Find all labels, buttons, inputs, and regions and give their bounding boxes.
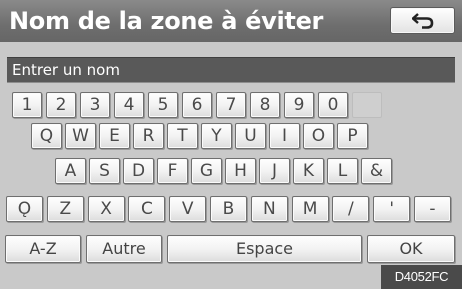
key-i[interactable]: I (269, 123, 300, 149)
key-label: Ǫ (17, 199, 32, 219)
key-label: O (311, 126, 326, 146)
other-characters-label: Autre (102, 239, 146, 258)
key-label: Z (59, 199, 72, 219)
ok-label: OK (399, 239, 423, 258)
key-h[interactable]: H (225, 158, 256, 184)
key-label: 0 (327, 95, 339, 115)
key-label: ' (389, 199, 395, 219)
key-label: 6 (191, 95, 203, 115)
key-ǫ[interactable]: Ǫ (6, 196, 43, 222)
key-x[interactable]: X (87, 196, 125, 222)
key-label: S (99, 161, 110, 181)
key-label: C (140, 199, 153, 219)
key-label: 2 (55, 95, 67, 115)
key-j[interactable]: J (259, 158, 290, 184)
key-label: J (271, 161, 277, 181)
key-t[interactable]: T (167, 123, 198, 149)
header-bar: Nom de la zone à éviter (0, 0, 462, 42)
key-v[interactable]: V (169, 196, 207, 222)
model-code-label: D4052FC (381, 265, 462, 289)
key-2[interactable]: 2 (46, 92, 76, 118)
key-label: Y (211, 126, 222, 146)
key-d[interactable]: D (123, 158, 154, 184)
key-p[interactable]: P (337, 123, 368, 149)
key-label: I (281, 126, 287, 146)
key-w[interactable]: W (65, 123, 96, 149)
key-label: 7 (225, 95, 237, 115)
key-8[interactable]: 8 (250, 92, 280, 118)
az-mode-label: A-Z (29, 239, 57, 258)
key-label: D (131, 161, 146, 181)
key-k[interactable]: K (293, 158, 324, 184)
key-label: N (262, 199, 276, 219)
key-label: - (429, 199, 436, 219)
key-label: T (177, 126, 188, 146)
key-label: F (167, 161, 178, 181)
space-label: Espace (235, 239, 294, 258)
key-e[interactable]: E (99, 123, 130, 149)
key-label: V (181, 199, 194, 219)
key-label: Q (39, 126, 54, 146)
key-u[interactable]: U (235, 123, 266, 149)
key-label: G (199, 161, 214, 181)
key-m[interactable]: M (291, 196, 329, 222)
key-label: R (142, 126, 155, 146)
other-characters-button[interactable]: Autre (86, 235, 162, 263)
space-button[interactable]: Espace (167, 235, 362, 263)
key-b[interactable]: B (210, 196, 247, 222)
key-label: K (302, 161, 315, 181)
key-label: 3 (89, 95, 101, 115)
key-r[interactable]: R (133, 123, 164, 149)
key-9[interactable]: 9 (284, 92, 314, 118)
key-n[interactable]: N (250, 196, 288, 222)
key-4[interactable]: 4 (114, 92, 144, 118)
key--[interactable]: - (414, 196, 451, 222)
key-label: & (369, 161, 384, 181)
key-label: H (234, 161, 247, 181)
key-label: E (109, 126, 120, 146)
key-label: 4 (123, 95, 135, 115)
key-7[interactable]: 7 (216, 92, 246, 118)
az-mode-button[interactable]: A-Z (5, 235, 81, 263)
key-label: X (100, 199, 112, 219)
key-s[interactable]: S (89, 158, 120, 184)
key-label: P (347, 126, 358, 146)
key-label: 9 (293, 95, 305, 115)
key-c[interactable]: C (128, 196, 166, 222)
key-5[interactable]: 5 (148, 92, 178, 118)
key-f[interactable]: F (157, 158, 188, 184)
key-l[interactable]: L (327, 158, 358, 184)
key-a[interactable]: A (55, 158, 86, 184)
back-arrow-icon (412, 13, 434, 29)
back-button[interactable] (390, 7, 455, 34)
key-label: L (337, 161, 348, 181)
key-g[interactable]: G (191, 158, 222, 184)
key-/[interactable]: / (332, 196, 370, 222)
page-title: Nom de la zone à éviter (9, 7, 324, 35)
key-label: A (64, 161, 77, 181)
screen: Nom de la zone à éviter Entrer un nom 1 2… (0, 0, 462, 289)
key-'[interactable]: ' (373, 196, 411, 222)
key-3[interactable]: 3 (80, 92, 110, 118)
key-o[interactable]: O (303, 123, 334, 149)
name-input-field[interactable]: Entrer un nom (7, 57, 455, 83)
key-0[interactable]: 0 (318, 92, 348, 118)
key-label: 8 (259, 95, 271, 115)
key-label: / (348, 199, 354, 219)
key-label: 5 (157, 95, 169, 115)
key-6[interactable]: 6 (182, 92, 212, 118)
key-y[interactable]: Y (201, 123, 232, 149)
key-label: U (244, 126, 257, 146)
key-label: W (72, 126, 89, 146)
key-1[interactable]: 1 (12, 92, 42, 118)
key-label: 1 (21, 95, 33, 115)
key-z[interactable]: Z (46, 196, 84, 222)
key-&[interactable]: & (361, 158, 392, 184)
ok-button[interactable]: OK (367, 235, 455, 263)
key-label: B (222, 199, 235, 219)
name-input-placeholder: Entrer un nom (12, 61, 120, 79)
key-q[interactable]: Q (31, 123, 62, 149)
key-blank (352, 92, 382, 118)
key-label: M (302, 199, 318, 219)
